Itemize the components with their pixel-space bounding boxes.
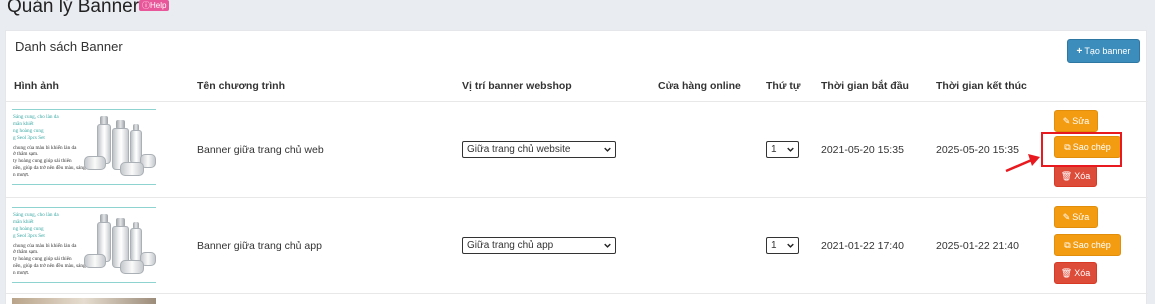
trash-icon: 🗑 bbox=[1060, 267, 1073, 278]
page-title: Quản lý Banner bbox=[7, 0, 140, 17]
banner-thumbnail[interactable]: Sáng cung, cho làn da mãn khiết ng hoàng… bbox=[12, 207, 156, 283]
header-position: Vị trí banner webshop bbox=[462, 80, 572, 92]
header-order: Thứ tự bbox=[766, 80, 801, 92]
order-select[interactable]: 1 bbox=[766, 141, 799, 158]
program-name: Banner giữa trang chủ web bbox=[197, 144, 324, 156]
row-divider bbox=[6, 293, 1148, 294]
chevron-down-icon bbox=[604, 147, 611, 152]
header-store: Cửa hàng online bbox=[658, 80, 741, 92]
help-badge[interactable]: ⓘHelp bbox=[139, 0, 170, 11]
order-select[interactable]: 1 bbox=[766, 237, 799, 254]
help-icon: ⓘ bbox=[142, 1, 150, 10]
row-divider bbox=[6, 197, 1148, 198]
banner-thumbnail-partial bbox=[12, 298, 156, 304]
create-banner-button[interactable]: + Tạo banner bbox=[1067, 39, 1140, 63]
edit-button[interactable]: ✎ Sửa bbox=[1054, 206, 1098, 228]
banner-list-panel: Danh sách Banner + Tạo banner Hình ảnh T… bbox=[5, 30, 1148, 304]
copy-button[interactable]: ⧉ Sao chép bbox=[1054, 234, 1121, 256]
header-image: Hình ảnh bbox=[14, 80, 59, 92]
plus-icon: + bbox=[1076, 45, 1083, 57]
edit-button[interactable]: ✎ Sửa bbox=[1054, 110, 1098, 132]
chevron-down-icon bbox=[604, 243, 611, 248]
delete-button[interactable]: 🗑 Xóa bbox=[1054, 262, 1097, 284]
program-name: Banner giữa trang chủ app bbox=[197, 240, 322, 252]
help-label: Help bbox=[150, 1, 167, 10]
header-program: Tên chương trình bbox=[197, 80, 285, 92]
annotation-highlight-box bbox=[1041, 132, 1122, 167]
banner-thumbnail[interactable]: Sáng cung, cho làn da mãn khiết ng hoàng… bbox=[12, 109, 156, 185]
copy-icon: ⧉ bbox=[1064, 239, 1071, 250]
header-divider bbox=[6, 101, 1148, 102]
start-time: 2021-05-20 15:35 bbox=[821, 144, 904, 156]
end-time: 2025-01-22 21:40 bbox=[936, 240, 1019, 252]
delete-button[interactable]: 🗑 Xóa bbox=[1054, 165, 1097, 187]
chevron-down-icon bbox=[787, 147, 794, 152]
create-banner-label: Tạo banner bbox=[1084, 46, 1131, 56]
pencil-icon: ✎ bbox=[1062, 211, 1071, 222]
trash-icon: 🗑 bbox=[1060, 170, 1073, 181]
header-end: Thời gian kết thúc bbox=[936, 80, 1027, 92]
panel-title: Danh sách Banner bbox=[15, 39, 123, 54]
annotation-arrow-icon bbox=[1005, 154, 1040, 173]
position-select[interactable]: Giữa trang chủ website bbox=[462, 141, 616, 158]
chevron-down-icon bbox=[787, 243, 794, 248]
position-select[interactable]: Giữa trang chủ app bbox=[462, 237, 616, 254]
start-time: 2021-01-22 17:40 bbox=[821, 240, 904, 252]
header-start: Thời gian bắt đầu bbox=[821, 80, 909, 92]
pencil-icon: ✎ bbox=[1062, 115, 1071, 126]
